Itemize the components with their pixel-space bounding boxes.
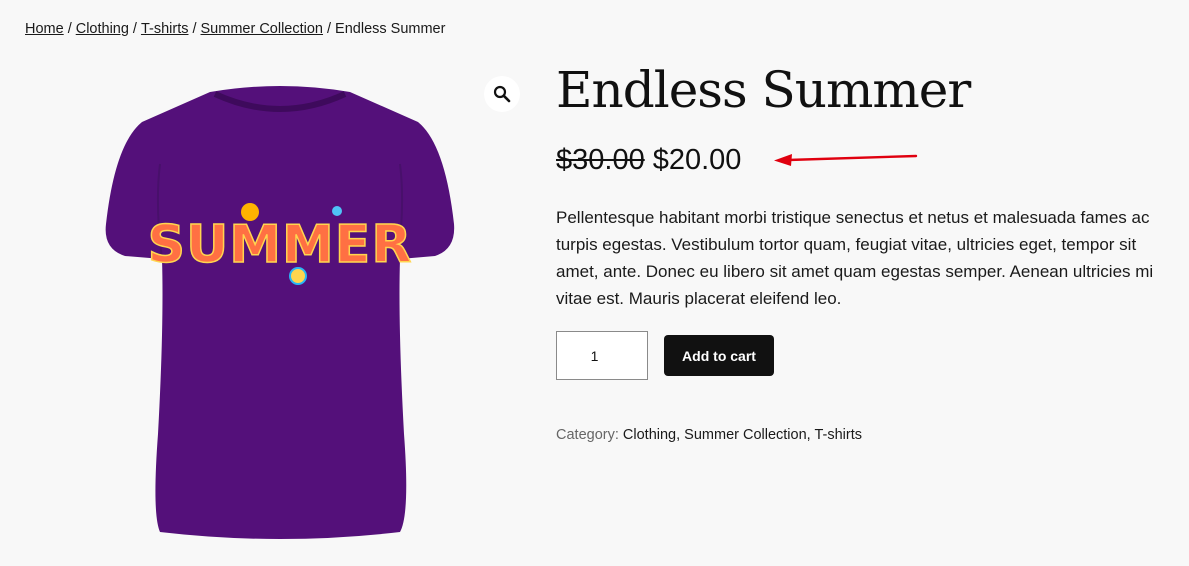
product-meta: Category: Clothing, Summer Collection, T… [556, 427, 1176, 443]
price: $30.00 $20.00 [556, 140, 1176, 180]
breadcrumb-separator: / [132, 21, 137, 37]
category-separator: , [806, 427, 811, 443]
breadcrumb-current: Endless Summer [335, 21, 446, 37]
category-label: Category: [556, 427, 619, 443]
category-separator: , [676, 427, 681, 443]
product-description: Pellentesque habitant morbi tristique se… [556, 208, 1154, 308]
product-gallery: SUMMER [25, 60, 535, 560]
breadcrumb: Home / Clothing / T-shirts / Summer Collection… [25, 21, 445, 37]
tshirt-shape [105, 86, 455, 539]
product-title: Endless Summer [556, 61, 971, 119]
category-link-tshirts[interactable]: T-shirts [814, 427, 862, 443]
regular-price: $30.00 [556, 144, 645, 176]
breadcrumb-separator: / [327, 21, 332, 37]
quantity-input[interactable] [556, 331, 648, 380]
add-to-cart-button[interactable]: Add to cart [664, 335, 774, 376]
breadcrumb-tshirts-link[interactable]: T-shirts [141, 21, 189, 37]
zoom-button[interactable] [484, 76, 520, 112]
breadcrumb-clothing-link[interactable]: Clothing [76, 21, 129, 37]
category-link-clothing[interactable]: Clothing [623, 427, 676, 443]
magnifier-icon [493, 85, 511, 103]
product-summary: Endless Summer $30.00 $20.00 Pellentesque… [556, 58, 1176, 443]
red-arrow-annotation [774, 154, 918, 166]
category-link-summer-collection[interactable]: Summer Collection [684, 427, 807, 443]
sale-price: $20.00 [652, 144, 742, 176]
breadcrumb-home-link[interactable]: Home [25, 21, 64, 37]
add-to-cart-form: Add to cart [556, 331, 1176, 380]
shirt-print-text: SUMMER [148, 215, 413, 275]
product-image[interactable]: SUMMER [100, 84, 460, 544]
breadcrumb-separator: / [192, 21, 197, 37]
breadcrumb-summer-collection-link[interactable]: Summer Collection [201, 21, 324, 37]
breadcrumb-separator: / [67, 21, 72, 37]
